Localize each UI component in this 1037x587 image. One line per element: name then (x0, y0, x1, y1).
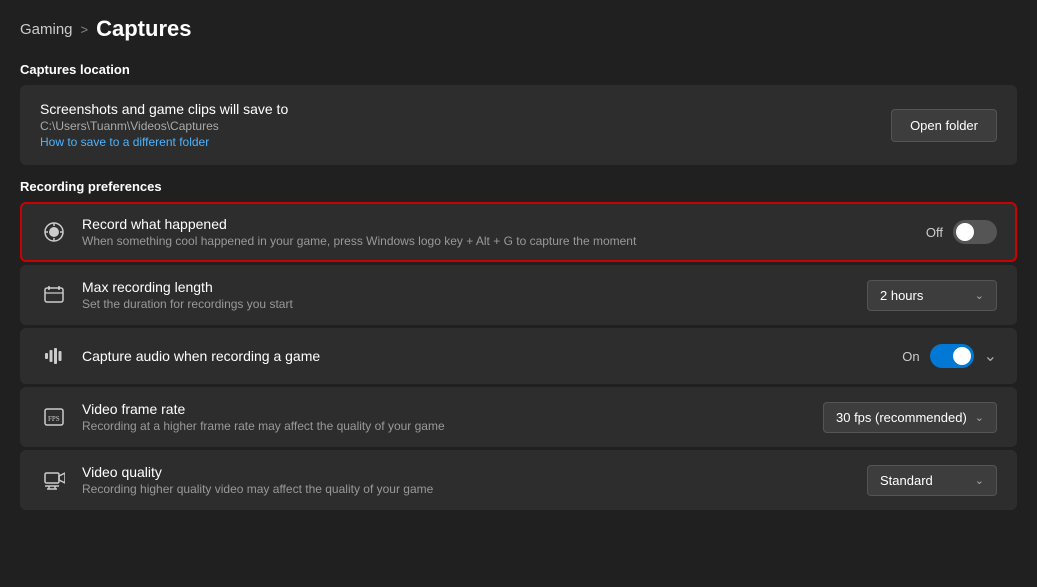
video-quality-dropdown[interactable]: Standard ⌄ (867, 465, 997, 496)
fps-icon: FPS (40, 403, 68, 431)
content-area: Captures location Screenshots and game c… (0, 62, 1037, 510)
recording-preferences-section: Recording preferences Record what happen… (20, 179, 1017, 510)
record-what-happened-controls: Off (926, 220, 997, 244)
record-what-happened-title: Record what happened (82, 216, 912, 232)
record-icon (40, 218, 68, 246)
capture-audio-toggle-thumb (953, 347, 971, 365)
fps-chevron-down-icon: ⌄ (975, 411, 984, 424)
max-recording-length-text: Max recording length Set the duration fo… (82, 279, 853, 311)
record-toggle-label: Off (926, 225, 943, 240)
video-quality-value: Standard (880, 473, 933, 488)
capture-audio-text: Capture audio when recording a game (82, 348, 888, 364)
record-what-happened-text: Record what happened When something cool… (82, 216, 912, 248)
breadcrumb-captures: Captures (96, 16, 191, 42)
capture-audio-toggle-label: On (902, 349, 919, 364)
quality-chevron-down-icon: ⌄ (975, 474, 984, 487)
capture-audio-controls: On ⌄ (902, 344, 997, 368)
record-what-happened-row: Record what happened When something cool… (20, 202, 1017, 262)
captures-location-title: Captures location (20, 62, 1017, 77)
capture-audio-row: Capture audio when recording a game On ⌄ (20, 328, 1017, 384)
max-recording-length-row: Max recording length Set the duration fo… (20, 265, 1017, 325)
recording-preferences-title: Recording preferences (20, 179, 1017, 194)
captures-path: C:\Users\Tuanm\Videos\Captures (40, 119, 877, 133)
capture-audio-toggle[interactable] (930, 344, 974, 368)
capture-audio-title: Capture audio when recording a game (82, 348, 888, 364)
capture-audio-expand-icon[interactable]: ⌄ (984, 346, 997, 366)
video-quality-title: Video quality (82, 464, 853, 480)
breadcrumb-gaming[interactable]: Gaming (20, 21, 73, 38)
max-recording-length-dropdown[interactable]: 2 hours ⌄ (867, 280, 997, 311)
max-recording-length-controls: 2 hours ⌄ (867, 280, 997, 311)
video-frame-rate-subtitle: Recording at a higher frame rate may aff… (82, 419, 809, 433)
captures-location-info: Screenshots and game clips will save to … (40, 101, 877, 149)
record-toggle[interactable] (953, 220, 997, 244)
video-quality-subtitle: Recording higher quality video may affec… (82, 482, 853, 496)
max-recording-length-value: 2 hours (880, 288, 923, 303)
how-to-save-link[interactable]: How to save to a different folder (40, 135, 209, 149)
recording-length-icon (40, 281, 68, 309)
audio-icon (40, 342, 68, 370)
video-frame-rate-text: Video frame rate Recording at a higher f… (82, 401, 809, 433)
captures-location-card: Screenshots and game clips will save to … (20, 85, 1017, 165)
video-frame-rate-title: Video frame rate (82, 401, 809, 417)
video-frame-rate-controls: 30 fps (recommended) ⌄ (823, 402, 997, 433)
record-what-happened-subtitle: When something cool happened in your gam… (82, 234, 912, 248)
max-recording-length-subtitle: Set the duration for recordings you star… (82, 297, 853, 311)
header: Gaming > Captures (0, 0, 1037, 52)
video-quality-icon (40, 466, 68, 494)
video-quality-controls: Standard ⌄ (867, 465, 997, 496)
chevron-down-icon: ⌄ (975, 289, 984, 302)
video-frame-rate-row: FPS Video frame rate Recording at a high… (20, 387, 1017, 447)
toggle-thumb (956, 223, 974, 241)
breadcrumb-separator: > (81, 22, 89, 37)
video-frame-rate-dropdown[interactable]: 30 fps (recommended) ⌄ (823, 402, 997, 433)
video-quality-text: Video quality Recording higher quality v… (82, 464, 853, 496)
video-quality-row: Video quality Recording higher quality v… (20, 450, 1017, 510)
max-recording-length-title: Max recording length (82, 279, 853, 295)
svg-text:FPS: FPS (48, 415, 60, 423)
captures-location-card-title: Screenshots and game clips will save to (40, 101, 877, 117)
video-frame-rate-value: 30 fps (recommended) (836, 410, 967, 425)
open-folder-button[interactable]: Open folder (891, 109, 997, 142)
